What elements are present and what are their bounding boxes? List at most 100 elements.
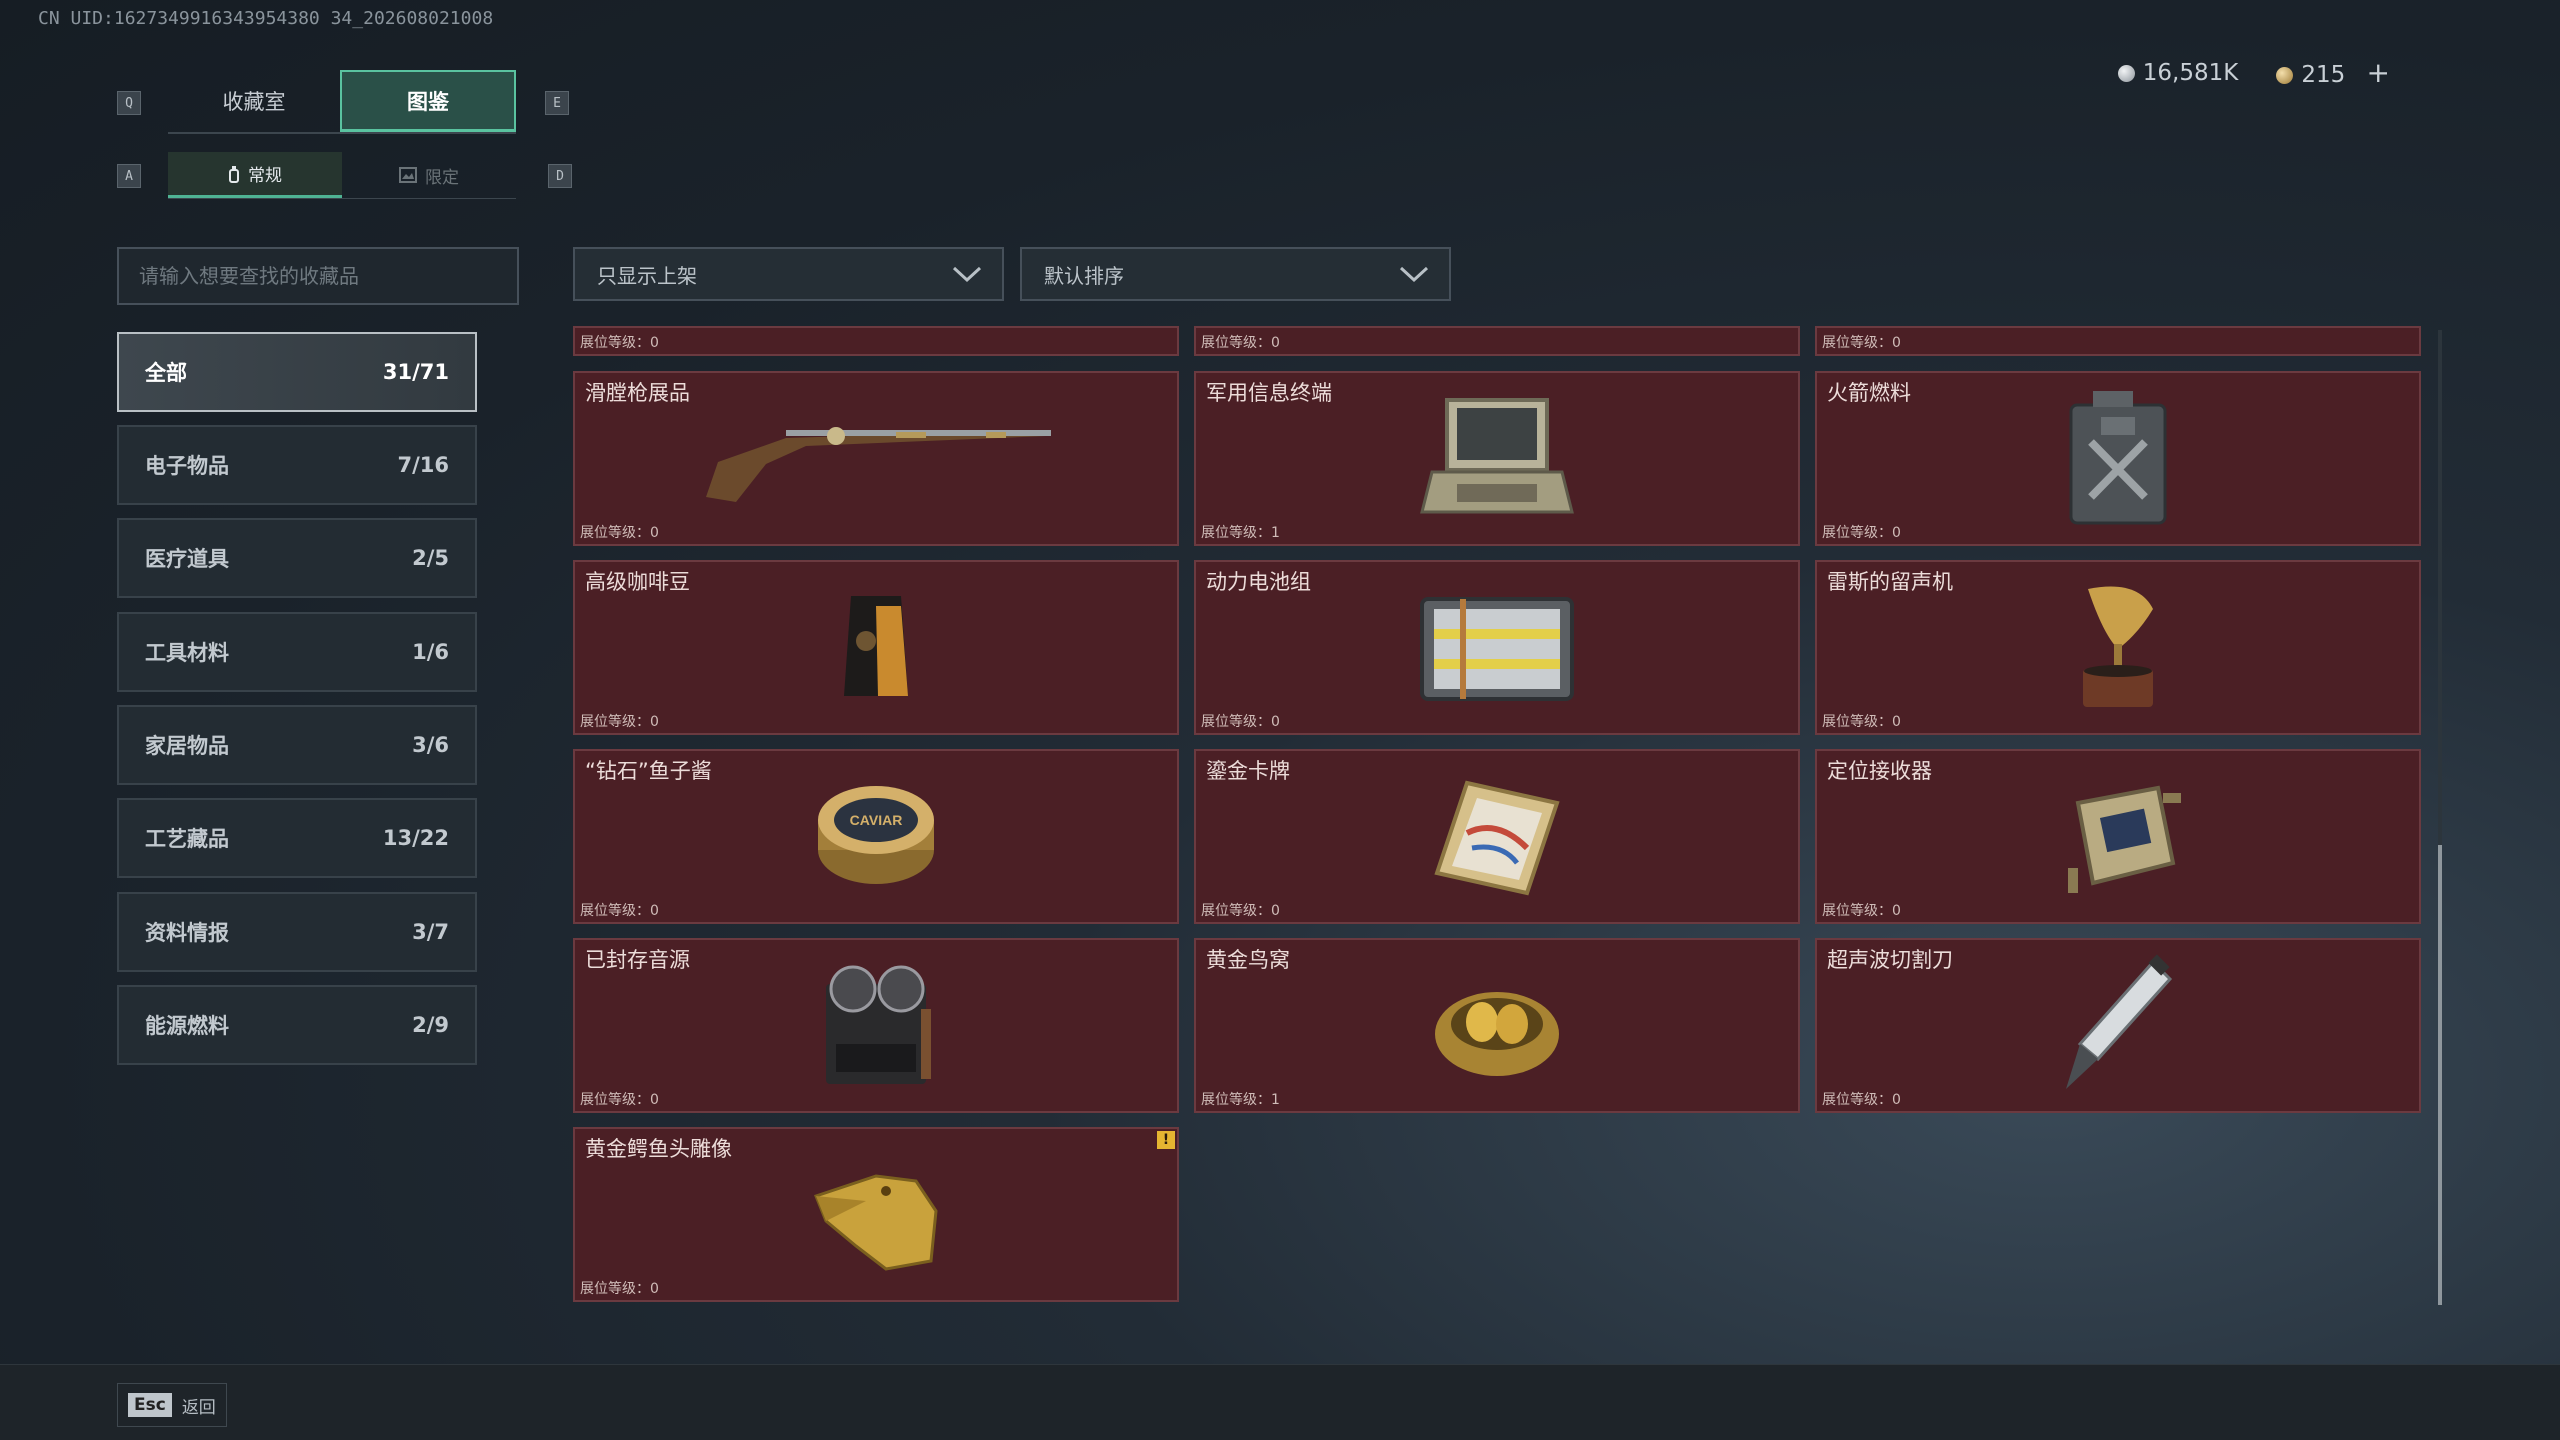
shelf-filter-value: 只显示上架 xyxy=(597,263,697,288)
category-label: 工具材料 xyxy=(145,641,229,665)
subtab-limited-label: 限定 xyxy=(425,167,459,188)
item-card-gilded-card[interactable]: 鎏金卡牌 展位等级：0 xyxy=(1194,749,1800,924)
subtab-regular[interactable]: 常规 xyxy=(168,152,342,198)
back-button[interactable]: Esc 返回 xyxy=(117,1383,227,1427)
item-name: 军用信息终端 xyxy=(1206,381,1332,405)
item-name: 高级咖啡豆 xyxy=(585,570,690,594)
item-name: 动力电池组 xyxy=(1206,570,1311,594)
key-hint-e: E xyxy=(545,91,569,115)
booth-level: 展位等级：0 xyxy=(1201,903,1280,919)
item-card-rocket-fuel[interactable]: 火箭燃料 展位等级：0 xyxy=(1815,371,2421,546)
item-name: 超声波切割刀 xyxy=(1827,948,1953,972)
booth-level: 展位等级：0 xyxy=(1201,335,1280,351)
fuel-canister-icon xyxy=(2018,387,2218,527)
category-electronics[interactable]: 电子物品 7/16 xyxy=(117,425,477,505)
category-label: 资料情报 xyxy=(145,921,229,945)
booth-level: 展位等级：0 xyxy=(1822,903,1901,919)
item-card-military-terminal[interactable]: 军用信息终端 展位等级：1 xyxy=(1194,371,1800,546)
category-label: 电子物品 xyxy=(145,454,229,478)
category-count: 31/71 xyxy=(382,360,449,384)
item-name: 已封存音源 xyxy=(585,948,690,972)
item-card-caviar[interactable]: “钻石”鱼子酱 CAVIAR 展位等级：0 xyxy=(573,749,1179,924)
silver-amount: 16,581K xyxy=(2142,59,2239,86)
scrollbar-thumb[interactable] xyxy=(2438,845,2442,1305)
subtab-limited[interactable]: 限定 xyxy=(342,152,516,198)
reel-recorder-icon xyxy=(776,954,976,1094)
tab-catalog[interactable]: 图鉴 xyxy=(340,70,516,132)
item-card-golden-crocodile[interactable]: 黄金鳄鱼头雕像 ! 展位等级：0 xyxy=(573,1127,1179,1302)
item-card-gramophone[interactable]: 雷斯的留声机 展位等级：0 xyxy=(1815,560,2421,735)
gold-currency: 215 + xyxy=(2276,56,2390,89)
main-tab-bar: 收藏室 图鉴 xyxy=(168,70,516,134)
booth-level: 展位等级：0 xyxy=(1822,525,1901,541)
ultrasonic-knife-icon xyxy=(2018,954,2218,1094)
key-hint-d: D xyxy=(548,164,572,188)
uid-watermark: CN UID:1627349916343954380 34_2026080210… xyxy=(38,8,494,29)
item-card-partial[interactable]: 展位等级：0 xyxy=(1194,326,1800,356)
search-input[interactable] xyxy=(117,247,519,305)
sub-tab-bar: 常规 限定 xyxy=(168,152,516,199)
sort-value: 默认排序 xyxy=(1044,263,1124,288)
golden-crocodile-icon xyxy=(776,1143,976,1283)
booth-level: 展位等级：0 xyxy=(580,1092,659,1108)
booth-level: 展位等级：0 xyxy=(580,714,659,730)
category-count: 2/5 xyxy=(412,546,449,570)
silver-currency: 16,581K xyxy=(2117,59,2239,86)
esc-key-hint: Esc xyxy=(128,1393,172,1417)
category-label: 全部 xyxy=(145,361,187,385)
booth-level: 展位等级：0 xyxy=(1201,714,1280,730)
category-count: 7/16 xyxy=(397,453,449,477)
back-label: 返回 xyxy=(181,1397,216,1418)
item-name: 滑膛枪展品 xyxy=(585,381,690,405)
category-energy[interactable]: 能源燃料 2/9 xyxy=(117,985,477,1065)
sort-dropdown[interactable]: 默认排序 xyxy=(1020,247,1451,301)
picture-icon xyxy=(399,167,417,183)
booth-level: 展位等级：0 xyxy=(580,335,659,351)
item-card-coffee-beans[interactable]: 高级咖啡豆 展位等级：0 xyxy=(573,560,1179,735)
item-name: 火箭燃料 xyxy=(1827,381,1911,405)
category-crafts[interactable]: 工艺藏品 13/22 xyxy=(117,798,477,878)
item-card-golden-nest[interactable]: 黄金鸟窝 展位等级：1 xyxy=(1194,938,1800,1113)
booth-level: 展位等级：0 xyxy=(1822,335,1901,351)
item-card-ultrasonic-knife[interactable]: 超声波切割刀 展位等级：0 xyxy=(1815,938,2421,1113)
booth-level: 展位等级：0 xyxy=(580,1281,659,1297)
item-card-partial[interactable]: 展位等级：0 xyxy=(1815,326,2421,356)
category-medical[interactable]: 医疗道具 2/5 xyxy=(117,518,477,598)
category-intel[interactable]: 资料情报 3/7 xyxy=(117,892,477,972)
currency-panel: 16,581K 215 + xyxy=(2117,56,2390,89)
booth-level: 展位等级：1 xyxy=(1201,1092,1280,1108)
golden-nest-icon xyxy=(1397,954,1597,1094)
category-count: 3/6 xyxy=(412,733,449,757)
military-terminal-icon xyxy=(1397,387,1597,527)
tab-collection-room[interactable]: 收藏室 xyxy=(168,70,340,132)
item-card-partial[interactable]: 展位等级：0 xyxy=(573,326,1179,356)
booth-level: 展位等级：0 xyxy=(1822,1092,1901,1108)
gold-coin-icon xyxy=(2276,67,2294,84)
category-count: 2/9 xyxy=(412,1013,449,1037)
category-all[interactable]: 全部 31/71 xyxy=(117,332,477,412)
warning-badge: ! xyxy=(1157,1131,1175,1149)
item-name: 黄金鸟窝 xyxy=(1206,948,1290,972)
category-tools[interactable]: 工具材料 1/6 xyxy=(117,612,477,692)
category-count: 3/7 xyxy=(412,920,449,944)
caviar-tin-icon: CAVIAR xyxy=(776,765,976,905)
item-card-sealed-audio[interactable]: 已封存音源 展位等级：0 xyxy=(573,938,1179,1113)
chevron-down-icon xyxy=(1399,266,1429,283)
category-household[interactable]: 家居物品 3/6 xyxy=(117,705,477,785)
item-name: “钻石”鱼子酱 xyxy=(585,759,712,783)
item-card-musket[interactable]: 滑膛枪展品 展位等级：0 xyxy=(573,371,1179,546)
coffee-bag-icon xyxy=(776,576,976,716)
booth-level: 展位等级：1 xyxy=(1201,525,1280,541)
item-card-battery-pack[interactable]: 动力电池组 展位等级：0 xyxy=(1194,560,1800,735)
gramophone-icon xyxy=(2018,576,2218,716)
item-name: 定位接收器 xyxy=(1827,759,1932,783)
item-card-locator-receiver[interactable]: 定位接收器 展位等级：0 xyxy=(1815,749,2421,924)
category-label: 家居物品 xyxy=(145,734,229,758)
caviar-label: CAVIAR xyxy=(850,812,903,828)
bottle-icon xyxy=(229,165,239,183)
add-currency-button[interactable]: + xyxy=(2367,56,2390,89)
subtab-regular-label: 常规 xyxy=(248,166,282,186)
booth-level: 展位等级：0 xyxy=(580,525,659,541)
locator-receiver-icon xyxy=(2018,765,2218,905)
shelf-filter-dropdown[interactable]: 只显示上架 xyxy=(573,247,1004,301)
